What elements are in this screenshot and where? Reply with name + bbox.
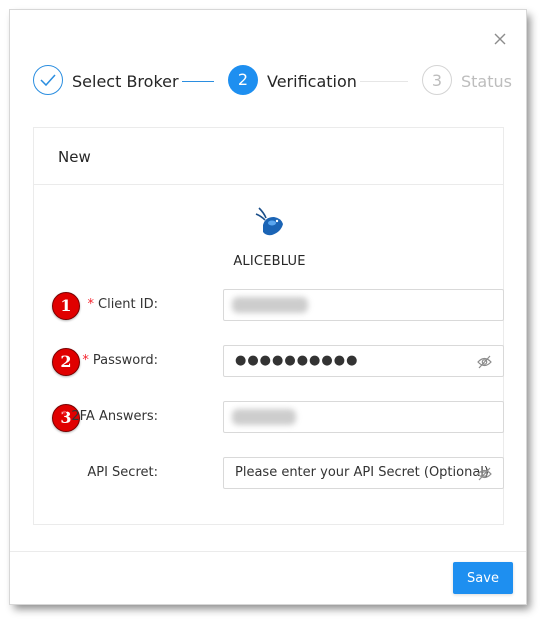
required-mark: * bbox=[60, 409, 68, 424]
step-3-number: 3 bbox=[422, 65, 452, 95]
required-mark: * bbox=[82, 353, 89, 368]
card-title: New bbox=[34, 128, 503, 185]
eye-invisible-icon[interactable] bbox=[477, 466, 492, 485]
redacted-value bbox=[232, 297, 308, 313]
annotation-badge-2: 2 bbox=[52, 348, 80, 376]
client-id-label-text: Client ID: bbox=[98, 297, 158, 312]
check-icon bbox=[40, 74, 56, 87]
step-2-number: 2 bbox=[228, 65, 258, 95]
password-input[interactable]: ●●●●●●●●●● bbox=[223, 345, 504, 377]
broker-modal: Select Broker 2 Verification 3 Status Ne… bbox=[10, 10, 526, 604]
step-1-done-circle bbox=[33, 65, 63, 95]
annotation-badge-1: 1 bbox=[52, 292, 80, 320]
broker-name: ALICEBLUE bbox=[233, 254, 306, 269]
step-1-label: Select Broker bbox=[72, 72, 179, 91]
close-icon[interactable] bbox=[492, 31, 508, 47]
client-id-label: * Client ID: bbox=[88, 296, 159, 314]
redacted-value bbox=[232, 409, 296, 425]
api-secret-label: API Secret: bbox=[87, 465, 158, 480]
step-2-label: Verification bbox=[267, 72, 357, 91]
password-label-text: Password: bbox=[92, 353, 158, 368]
api-secret-input[interactable]: Please enter your API Secret (Optional) bbox=[223, 457, 504, 489]
step-3-label: Status bbox=[461, 72, 512, 91]
footer-divider bbox=[10, 551, 526, 552]
twofa-label-text: 2FA Answers: bbox=[71, 409, 158, 424]
twofa-answers-input[interactable] bbox=[223, 401, 504, 433]
broker-card: New ALICEBLUE 1 * Client ID: 2 * Password:… bbox=[33, 127, 504, 525]
step-connector-1 bbox=[182, 81, 214, 82]
password-value: ●●●●●●●●●● bbox=[235, 353, 359, 368]
api-secret-placeholder: Please enter your API Secret (Optional) bbox=[235, 465, 489, 480]
required-mark: * bbox=[87, 297, 95, 312]
alice-blue-logo bbox=[250, 204, 290, 246]
eye-invisible-icon[interactable] bbox=[477, 354, 492, 373]
twofa-label: * 2FA Answers: bbox=[61, 408, 158, 426]
step-connector-2 bbox=[360, 81, 408, 82]
password-label: * Password: bbox=[82, 352, 158, 370]
client-id-input[interactable] bbox=[223, 289, 504, 321]
save-button[interactable]: Save bbox=[453, 562, 513, 594]
